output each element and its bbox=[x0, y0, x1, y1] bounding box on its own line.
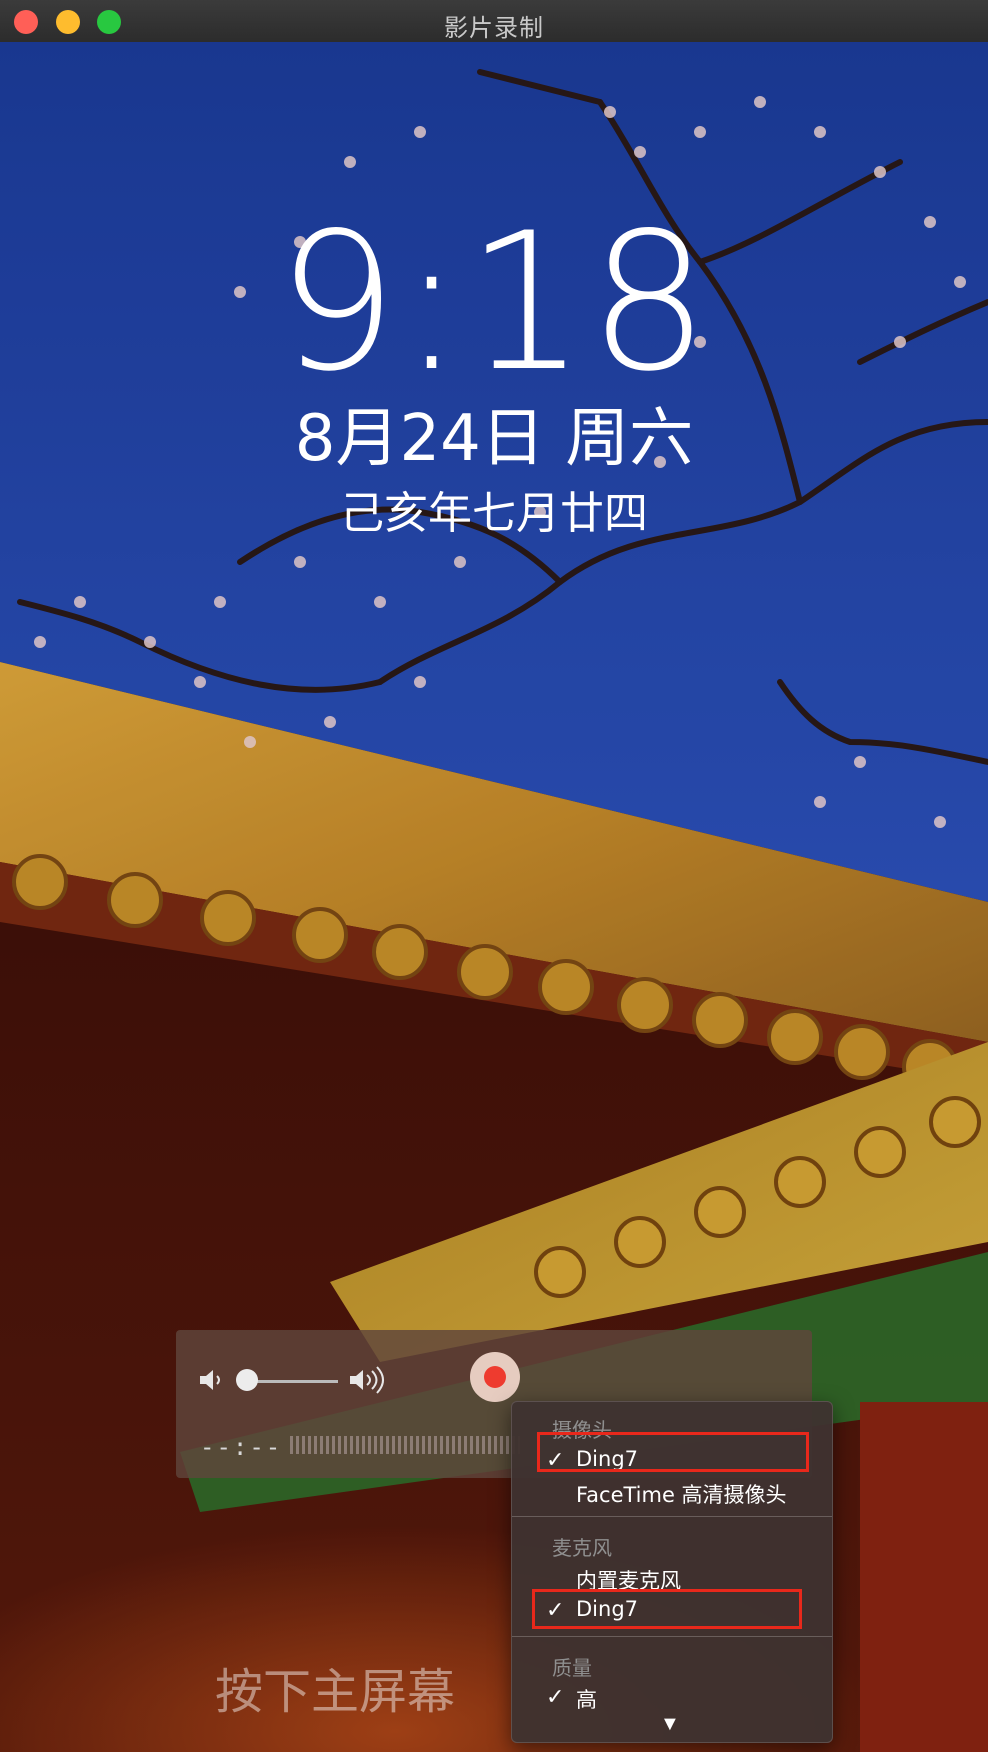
highlight-box-microphone bbox=[532, 1589, 802, 1629]
elapsed-time: --:-- bbox=[200, 1433, 283, 1461]
volume-slider-track[interactable] bbox=[244, 1380, 338, 1383]
menu-item-quality-high[interactable]: 高 bbox=[576, 1684, 597, 1714]
lockscreen-lunar-date: 己亥年七月廿四 bbox=[340, 488, 648, 539]
menu-separator bbox=[512, 1636, 832, 1637]
highlight-box-camera bbox=[537, 1432, 809, 1472]
quicktime-window: 影片录制 9:18 8月24日 周六 己亥年七月廿四 按下主屏幕 --:-- 摄… bbox=[0, 0, 988, 1752]
volume-high-icon[interactable] bbox=[348, 1365, 394, 1395]
record-button[interactable] bbox=[470, 1352, 520, 1402]
menu-separator bbox=[512, 1516, 832, 1517]
unlock-hint: 按下主屏幕 bbox=[215, 1664, 456, 1720]
lockscreen-date: 8月24日 周六 bbox=[294, 402, 694, 476]
menu-header-microphone: 麦克风 bbox=[552, 1536, 612, 1560]
window-title: 影片录制 bbox=[444, 15, 544, 42]
menu-scroll-down-icon[interactable]: ▼ bbox=[660, 1713, 680, 1736]
record-icon bbox=[484, 1366, 506, 1388]
checkmark-icon: ✓ bbox=[546, 1684, 565, 1709]
title-bar[interactable]: 影片录制 bbox=[0, 0, 988, 43]
menu-item-camera-facetime[interactable]: FaceTime 高清摄像头 bbox=[576, 1479, 787, 1509]
audio-level-meter bbox=[290, 1436, 520, 1454]
volume-slider-knob[interactable] bbox=[236, 1369, 258, 1391]
lockscreen-time: 9:18 bbox=[276, 192, 712, 413]
volume-low-icon[interactable] bbox=[198, 1365, 228, 1395]
menu-header-quality: 质量 bbox=[552, 1656, 592, 1680]
iphone-screen-preview: 9:18 8月24日 周六 己亥年七月廿四 按下主屏幕 bbox=[0, 42, 988, 1752]
